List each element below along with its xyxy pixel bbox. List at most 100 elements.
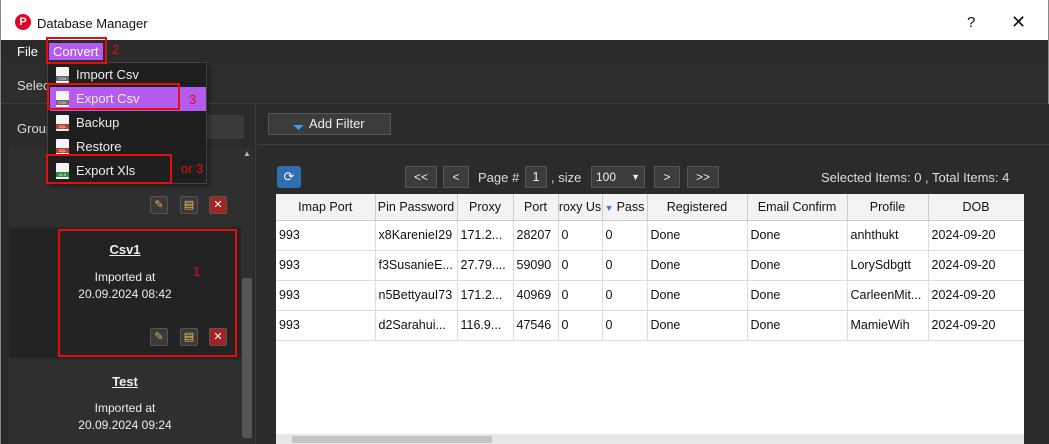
table-hscrollbar[interactable] xyxy=(276,434,1024,444)
table-row[interactable]: 993 x8KarenieI29 171.2... 28207 0 0 Done… xyxy=(276,220,1024,251)
table-cell[interactable]: Done xyxy=(747,220,848,251)
menu-item-export-csv[interactable]: CSV Export Csv xyxy=(50,87,206,111)
file-tag: CSV xyxy=(56,100,69,105)
group-imported-label: Imported at xyxy=(94,270,156,284)
table-cell[interactable]: Done xyxy=(647,220,748,251)
table-cell[interactable]: 116.9... xyxy=(457,310,514,341)
column-header[interactable]: DOB xyxy=(928,194,1024,221)
column-header[interactable]: Proxy xyxy=(457,194,514,221)
scroll-up-icon[interactable]: ▲ xyxy=(243,150,251,158)
table-cell[interactable]: 0 xyxy=(558,310,603,341)
table-cell[interactable]: MamieWih xyxy=(847,310,929,341)
scrollbar-thumb[interactable] xyxy=(242,278,252,438)
table-cell[interactable]: anhthukt xyxy=(847,220,929,251)
column-header[interactable]: ▼ Pass xyxy=(602,194,648,221)
prev-page-button[interactable]: < xyxy=(443,166,469,188)
table-cell[interactable]: Done xyxy=(647,280,748,311)
scrollbar-thumb[interactable] xyxy=(292,436,492,443)
table-cell[interactable]: 993 xyxy=(276,250,376,281)
table-cell[interactable]: 28207 xyxy=(513,220,559,251)
table-cell[interactable]: 27.79.... xyxy=(457,250,514,281)
table-cell[interactable]: 0 xyxy=(602,220,648,251)
edit-icon[interactable]: ✎ xyxy=(150,328,168,346)
add-filter-button[interactable]: ⏷ Add Filter xyxy=(268,113,391,135)
table-cell[interactable]: Done xyxy=(647,310,748,341)
menu-bar: File Convert xyxy=(1,40,1048,62)
menu-item-restore[interactable]: SQL Restore xyxy=(50,135,206,159)
table-cell[interactable]: f3SusanieE... xyxy=(375,250,458,281)
table-cell[interactable]: 40969 xyxy=(513,280,559,311)
column-header[interactable]: Port xyxy=(513,194,559,221)
table-cell[interactable]: 47546 xyxy=(513,310,559,341)
table-cell[interactable]: Done xyxy=(747,280,848,311)
window-title: Database Manager xyxy=(37,16,148,31)
csv-file-icon: CSV xyxy=(56,91,69,107)
table-cell[interactable]: 2024-09-20 xyxy=(928,250,1024,281)
table-cell[interactable]: 2024-09-20 xyxy=(928,280,1024,311)
table-cell[interactable]: 59090 xyxy=(513,250,559,281)
menu-item-label: Restore xyxy=(76,139,122,154)
group-search-input[interactable] xyxy=(206,115,244,139)
last-page-button[interactable]: >> xyxy=(687,166,719,188)
table-cell[interactable]: d2Sarahui... xyxy=(375,310,458,341)
table-cell[interactable]: 0 xyxy=(602,250,648,281)
menu-item-backup[interactable]: SQL Backup xyxy=(50,111,206,135)
table-cell[interactable]: CarleenMit... xyxy=(847,280,929,311)
table-cell[interactable]: 171.2... xyxy=(457,280,514,311)
clipboard-icon[interactable]: ▤ xyxy=(180,328,198,346)
file-tag: XLS xyxy=(56,172,69,177)
table-cell[interactable]: 0 xyxy=(602,280,648,311)
table-cell[interactable]: x8KarenieI29 xyxy=(375,220,458,251)
group-card-csv1[interactable]: Csv1 Imported at 20.09.2024 08:42 ✎ ▤ ✕ xyxy=(9,228,241,358)
table-cell[interactable]: LorySdbgtt xyxy=(847,250,929,281)
file-tag: SQL xyxy=(56,124,69,129)
table-cell[interactable]: 0 xyxy=(558,250,603,281)
close-button[interactable]: ✕ xyxy=(1011,12,1026,33)
table-cell[interactable]: Done xyxy=(747,250,848,281)
group-name: Csv1 xyxy=(109,242,141,257)
group-scrollbar[interactable]: ▲ xyxy=(241,148,253,444)
table-row[interactable]: 993 f3SusanieE... 27.79.... 59090 0 0 Do… xyxy=(276,250,1024,281)
column-header[interactable]: Pin Password xyxy=(375,194,458,221)
column-header[interactable]: Email Confirm xyxy=(747,194,848,221)
menu-file[interactable]: File xyxy=(13,43,42,60)
table-cell[interactable]: 2024-09-20 xyxy=(928,220,1024,251)
table-cell[interactable]: 993 xyxy=(276,280,376,311)
first-page-button[interactable]: << xyxy=(405,166,437,188)
page-number-input[interactable]: 1 xyxy=(525,166,547,188)
pagination-bar: ⟳ << < Page # 1 , size 100 ▼ > >> Select… xyxy=(257,164,1049,188)
page-size-select[interactable]: 100 ▼ xyxy=(591,166,645,188)
table-cell[interactable]: 0 xyxy=(558,280,603,311)
xls-file-icon: XLS xyxy=(56,163,69,179)
table-row[interactable]: 993 n5BettyauI73 171.2... 40969 0 0 Done… xyxy=(276,280,1024,311)
data-panel: ⏷ Add Filter ⟳ << < Page # 1 , size 100 … xyxy=(257,104,1049,444)
table-cell[interactable]: 993 xyxy=(276,310,376,341)
delete-icon[interactable]: ✕ xyxy=(209,196,227,214)
table-cell[interactable]: 0 xyxy=(558,220,603,251)
menu-item-import-csv[interactable]: CSV Import Csv xyxy=(50,63,206,87)
table-cell[interactable]: Done xyxy=(647,250,748,281)
menu-item-label: Import Csv xyxy=(76,67,139,82)
table-cell[interactable]: 993 xyxy=(276,220,376,251)
column-header[interactable]: Imap Port xyxy=(276,194,376,221)
delete-icon[interactable]: ✕ xyxy=(209,328,227,346)
group-name: Test xyxy=(112,374,138,389)
table-cell[interactable]: Done xyxy=(747,310,848,341)
column-header[interactable]: Registered xyxy=(647,194,748,221)
clipboard-icon[interactable]: ▤ xyxy=(180,196,198,214)
table-cell[interactable]: n5BettyauI73 xyxy=(375,280,458,311)
table-row[interactable]: 993 d2Sarahui... 116.9... 47546 0 0 Done… xyxy=(276,310,1024,341)
table-cell[interactable]: 2024-09-20 xyxy=(928,310,1024,341)
table-cell[interactable]: 0 xyxy=(602,310,648,341)
next-page-button[interactable]: > xyxy=(654,166,680,188)
app-window: P Database Manager ? ✕ File Convert Sele… xyxy=(0,0,1049,444)
column-header[interactable]: Profile xyxy=(847,194,929,221)
column-header[interactable]: roxy Us xyxy=(558,194,603,221)
group-card-test[interactable]: Test Imported at 20.09.2024 09:24 xyxy=(9,360,241,444)
table-cell[interactable]: 171.2... xyxy=(457,220,514,251)
group-imported-date: 20.09.2024 08:42 xyxy=(78,287,172,301)
help-button[interactable]: ? xyxy=(967,14,975,31)
edit-icon[interactable]: ✎ xyxy=(150,196,168,214)
menu-convert[interactable]: Convert xyxy=(49,43,103,60)
refresh-icon[interactable]: ⟳ xyxy=(277,166,301,188)
